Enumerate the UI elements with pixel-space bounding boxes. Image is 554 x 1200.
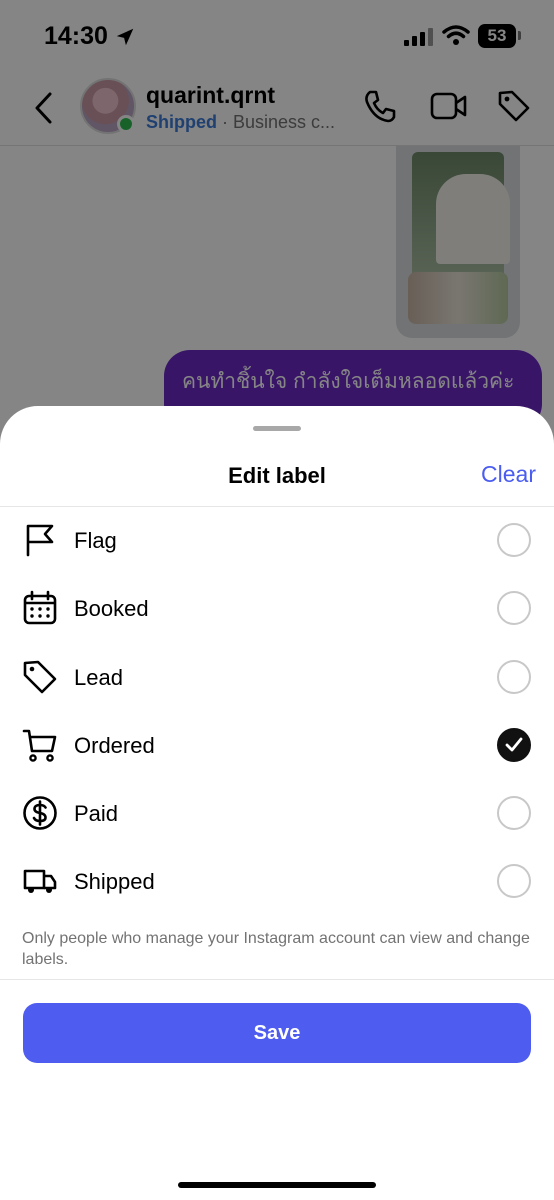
clear-button[interactable]: Clear [481, 461, 536, 488]
sheet-title: Edit label [228, 463, 326, 488]
cart-icon [22, 729, 57, 762]
radio-unchecked[interactable] [497, 659, 531, 694]
sheet-grabber[interactable] [253, 426, 301, 431]
label-name: Lead [74, 664, 123, 690]
home-indicator[interactable] [178, 1182, 376, 1188]
checkmark-icon [505, 737, 523, 752]
label-row-ordered[interactable]: Ordered [0, 711, 554, 779]
truck-icon [23, 870, 57, 894]
label-row-flag[interactable]: Flag [0, 506, 554, 574]
radio-unchecked[interactable] [497, 796, 531, 831]
label-name: Flag [74, 528, 117, 553]
edit-label-sheet: Edit label Clear Flag Booked Lead Ordere… [0, 406, 554, 1200]
label-list: Flag Booked Lead Ordered Paid Shipped [0, 506, 554, 916]
radio-unchecked[interactable] [497, 864, 531, 899]
tag-icon [23, 660, 57, 693]
label-name: Ordered [74, 732, 155, 758]
label-name: Paid [74, 801, 119, 827]
label-row-lead[interactable]: Lead [0, 643, 554, 711]
divider [0, 979, 554, 980]
radio-unchecked[interactable] [497, 523, 531, 557]
dollar-icon [23, 796, 57, 830]
radio-checked[interactable] [497, 727, 531, 762]
label-name: Booked [74, 596, 149, 622]
label-name: Shipped [74, 869, 155, 895]
label-row-paid[interactable]: Paid [0, 779, 554, 847]
permission-note: Only people who manage your Instagram ac… [22, 930, 530, 968]
flag-icon [26, 524, 54, 557]
calendar-icon [23, 590, 57, 625]
save-button[interactable]: Save [23, 1003, 531, 1063]
radio-unchecked[interactable] [497, 591, 531, 626]
label-row-booked[interactable]: Booked [0, 574, 554, 642]
label-row-shipped[interactable]: Shipped [0, 847, 554, 915]
